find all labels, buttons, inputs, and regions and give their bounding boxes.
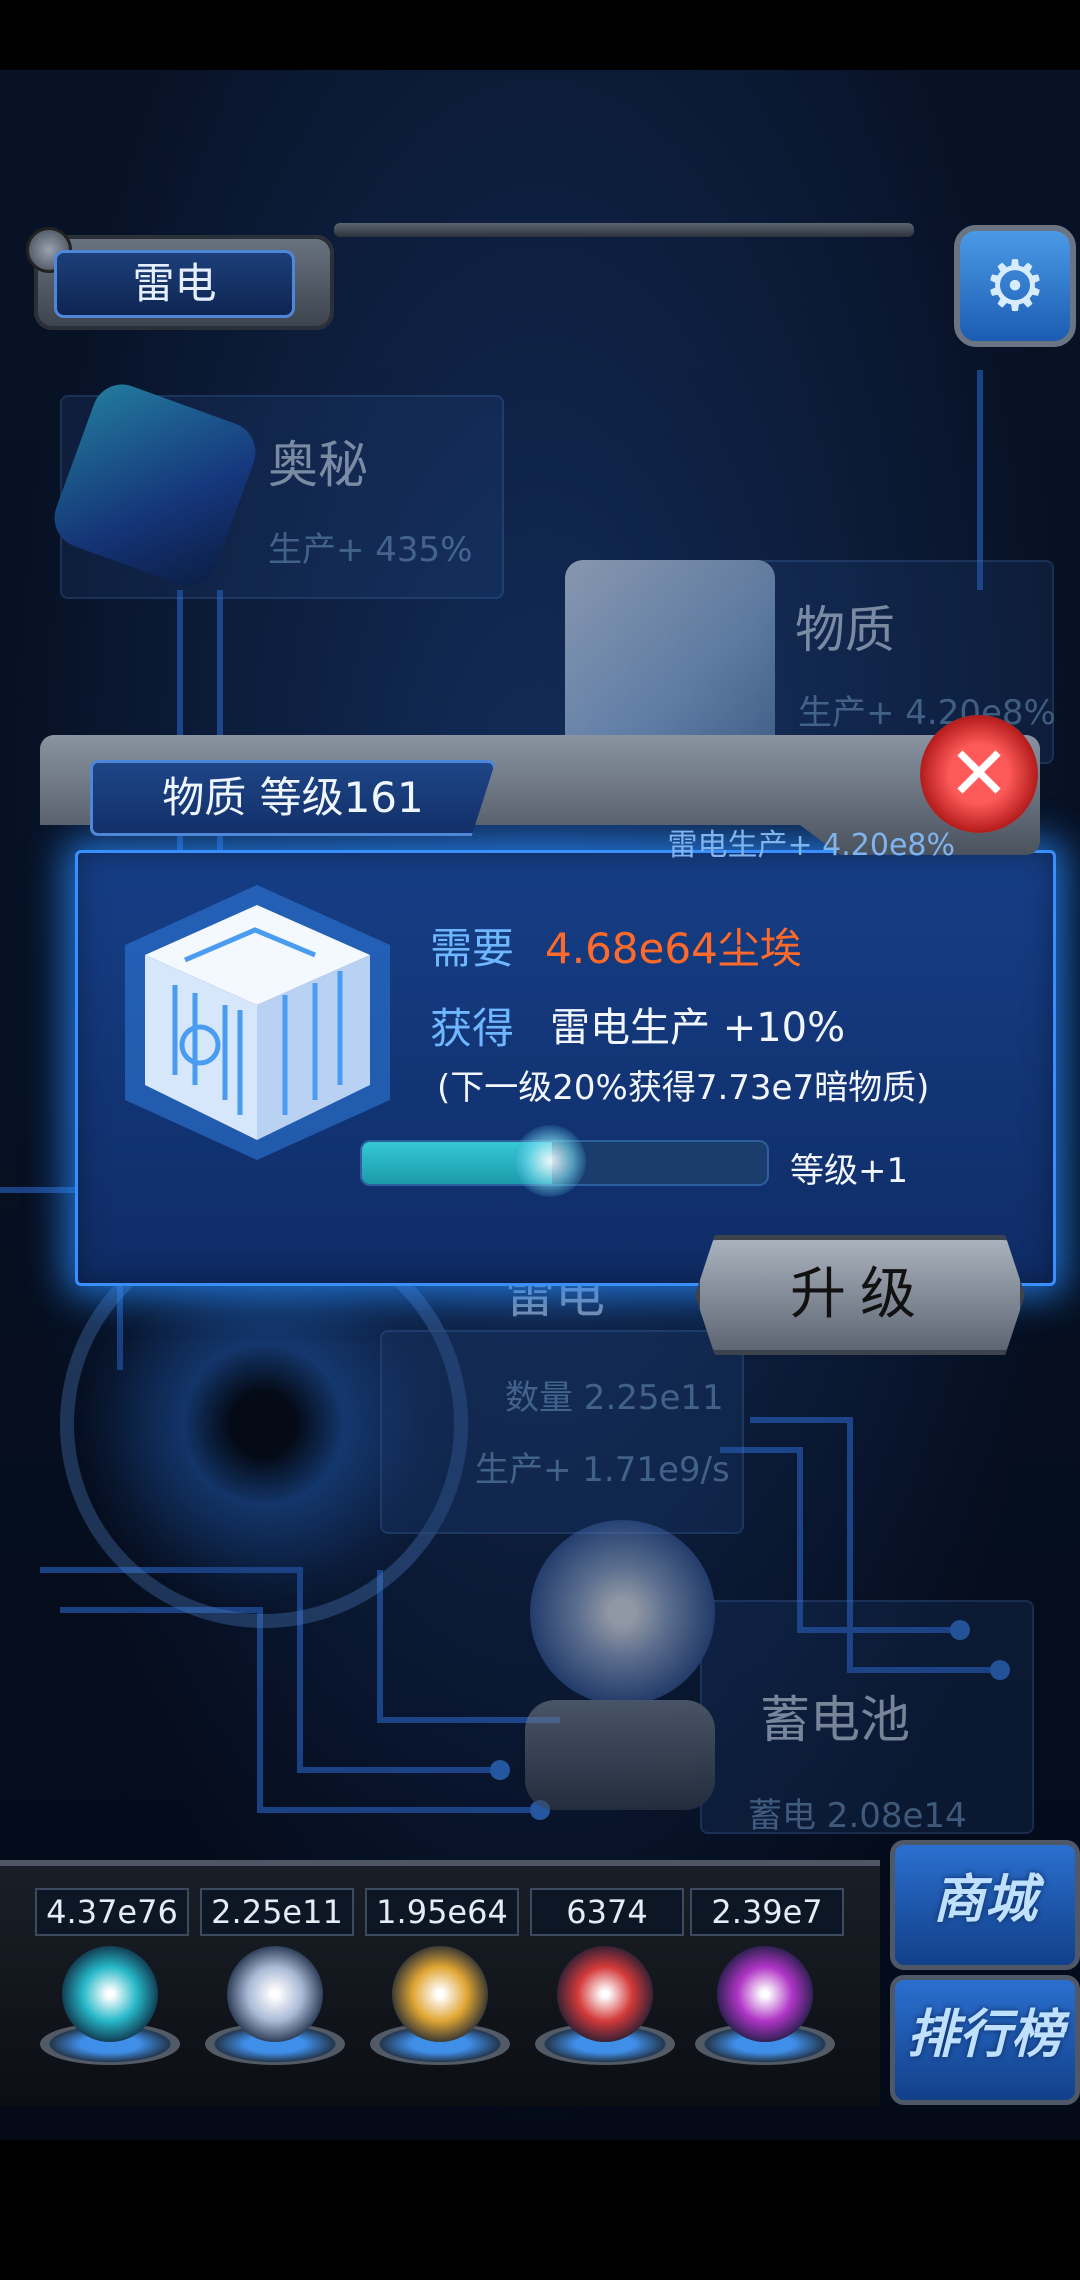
resource-slot[interactable]: 1.95e64 <box>365 1888 519 2065</box>
level-slider-thumb[interactable] <box>514 1125 587 1197</box>
lightning-orb-icon[interactable] <box>227 1946 323 2042</box>
next-level-info: (下一级20%获得7.73e7暗物质) <box>437 1068 930 1108</box>
top-bar: 雷电 ⚙ <box>14 215 1076 347</box>
world-label[interactable]: 雷电 <box>54 250 295 318</box>
battery-base-icon <box>525 1700 715 1810</box>
ranking-button[interactable]: 排行榜 <box>890 1975 1080 2105</box>
resource-value: 2.25e11 <box>200 1888 354 1936</box>
upgrade-button[interactable]: 升级 <box>695 1235 1025 1355</box>
battery-node-title: 蓄电池 <box>760 1691 910 1749</box>
resource-value: 6374 <box>530 1888 684 1936</box>
shop-button[interactable]: 商城 <box>890 1840 1080 1970</box>
battery-orb-icon[interactable] <box>530 1520 715 1705</box>
dust-orb-icon[interactable] <box>392 1946 488 2042</box>
resource-value: 4.37e76 <box>35 1888 189 1936</box>
atom-orb-icon[interactable] <box>62 1946 158 2042</box>
matter-node-title: 物质 <box>795 601 895 659</box>
resource-slot[interactable]: 6374 <box>530 1888 684 2065</box>
close-button[interactable]: ✕ <box>920 715 1038 833</box>
resource-slot[interactable]: 2.25e11 <box>200 1888 354 2065</box>
resource-slot[interactable]: 4.37e76 <box>35 1888 189 2065</box>
resource-value: 1.95e64 <box>365 1888 519 1936</box>
mystery-node-title: 奥秘 <box>268 436 368 494</box>
matter-cube-icon <box>125 885 390 1160</box>
thunder-node-count: 数量 2.25e11 <box>505 1378 724 1418</box>
thunder-node-production: 生产+ 1.71e9/s <box>475 1450 730 1490</box>
dark-matter-orb-icon[interactable] <box>717 1946 813 2042</box>
modal-title: 物质 等级161 <box>90 760 496 836</box>
require-label: 需要 <box>430 924 515 973</box>
resource-dock: 4.37e76 2.25e11 1.95e64 6374 2.39e7 商城 排行榜 <box>0 1820 1080 2140</box>
gain-value: 雷电生产 +10% <box>550 1005 846 1051</box>
thunder-node-card[interactable] <box>380 1330 744 1534</box>
mystery-node-subtitle: 生产+ 435% <box>268 530 473 570</box>
upgrade-modal: 物质 等级161 雷电生产+ 4.20e8% ✕ 需要 4.68e64尘埃 获得… <box>40 715 1056 1355</box>
resource-slot[interactable]: 2.39e7 <box>690 1888 844 2065</box>
close-icon: ✕ <box>947 731 1010 817</box>
modal-subtitle: 雷电生产+ 4.20e8% <box>667 828 955 863</box>
gear-icon: ⚙ <box>983 245 1047 327</box>
level-increment-label: 等级+1 <box>790 1151 909 1191</box>
red-matter-orb-icon[interactable] <box>557 1946 653 2042</box>
settings-button[interactable]: ⚙ <box>954 225 1076 347</box>
resource-value: 2.39e7 <box>690 1888 844 1936</box>
top-rail <box>334 223 914 237</box>
require-value: 4.68e64尘埃 <box>545 924 802 973</box>
gain-label: 获得 <box>430 1004 515 1053</box>
